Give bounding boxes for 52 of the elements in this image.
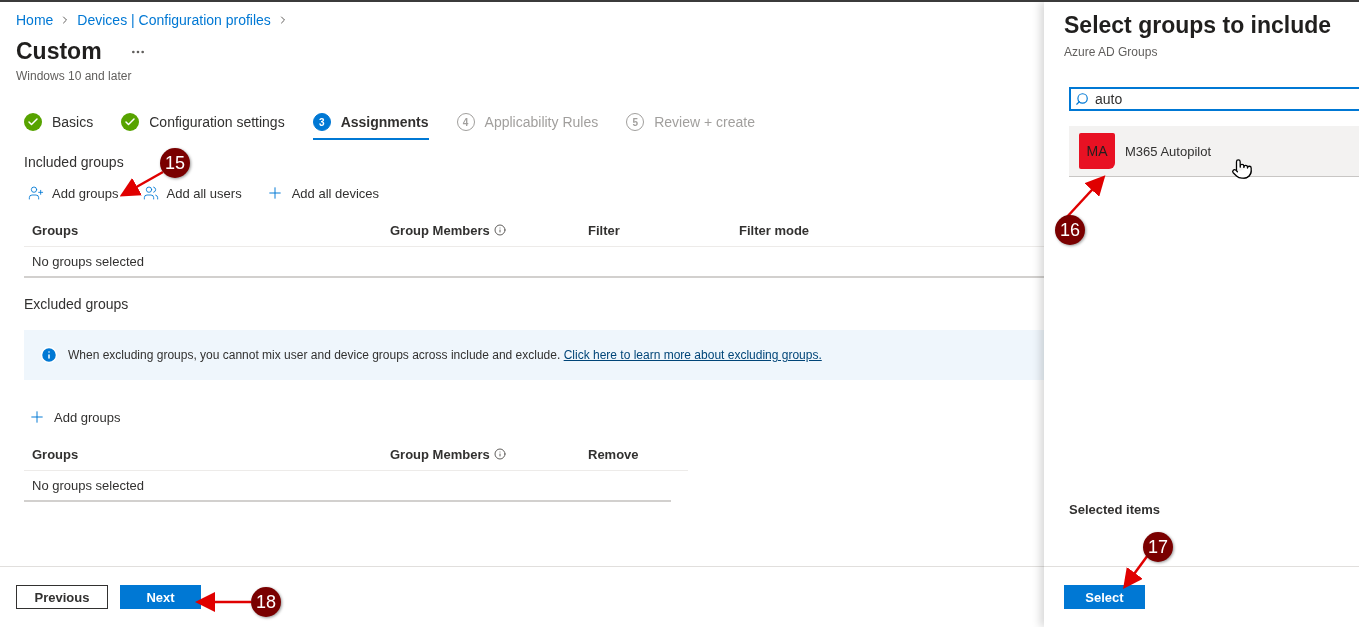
info-icon	[493, 448, 506, 460]
column-header: Remove	[588, 446, 639, 462]
breadcrumb-link[interactable]: Devices | Configuration profiles	[77, 12, 271, 28]
wizard-step-tab[interactable]: 3 Assignments	[312, 113, 429, 140]
info-icon	[40, 346, 58, 364]
panel-subtitle: Azure AD Groups	[1064, 45, 1159, 59]
step-callout-badge: 15	[160, 148, 190, 178]
hand-cursor-icon	[1231, 158, 1253, 180]
empty-message: No groups selected	[32, 478, 144, 493]
group-name: M365 Autopilot	[1125, 143, 1211, 159]
search-field[interactable]: auto	[1069, 87, 1359, 111]
page-title: Custom	[16, 38, 102, 65]
step-callout-badge: 18	[251, 587, 281, 617]
wizard-step-tab[interactable]: Basics	[24, 113, 94, 140]
step-number: 4	[456, 113, 475, 131]
search-icon	[1075, 92, 1089, 106]
person-add-icon	[28, 185, 44, 201]
column-header: Groups	[32, 222, 79, 238]
column-header: Group Members	[390, 446, 490, 462]
check-icon	[121, 113, 140, 131]
select-button[interactable]: Select	[1064, 585, 1145, 609]
group-result-item[interactable]: MA M365 Autopilot	[1069, 126, 1359, 177]
column-header: Groups	[32, 446, 79, 462]
empty-message: No groups selected	[32, 254, 144, 269]
group-avatar: MA	[1079, 133, 1115, 169]
previous-button[interactable]: Previous	[16, 585, 108, 609]
section-heading: Included groups	[24, 154, 124, 170]
info-icon	[493, 224, 506, 236]
annotation-arrow	[119, 170, 164, 197]
step-number: 3	[312, 113, 331, 131]
next-button[interactable]: Next	[120, 585, 201, 609]
check-icon	[24, 113, 42, 131]
info-message: When excluding groups, you cannot mix user and device groups across include and exclude. Click here to learn more about excluding groups.	[68, 348, 822, 362]
breadcrumb-link[interactable]: Home	[16, 12, 54, 28]
add-action-button[interactable]: Add groups	[24, 184, 123, 202]
column-header: Group Members	[390, 222, 490, 238]
people-icon	[142, 185, 159, 201]
plus-icon	[28, 408, 46, 426]
wizard-step-tab[interactable]: Configuration settings	[121, 113, 285, 140]
column-header: Filter	[588, 222, 620, 238]
add-action-button[interactable]: Add groups	[24, 408, 125, 426]
panel-title: Select groups to include	[1064, 12, 1333, 39]
annotation-arrow	[1123, 554, 1149, 590]
section-heading: Excluded groups	[24, 296, 129, 312]
add-action-button[interactable]: Add all devices	[261, 184, 384, 202]
selected-items-heading: Selected items	[1069, 502, 1161, 517]
step-number: 5	[626, 113, 645, 131]
learn-more-link[interactable]: Click here to learn more about excluding groups.	[563, 348, 822, 362]
add-action-button[interactable]: Add all users	[138, 184, 246, 202]
annotation-arrow	[195, 592, 251, 612]
page-subtitle: Windows 10 and later	[15, 68, 133, 83]
column-header: Filter mode	[739, 222, 810, 238]
